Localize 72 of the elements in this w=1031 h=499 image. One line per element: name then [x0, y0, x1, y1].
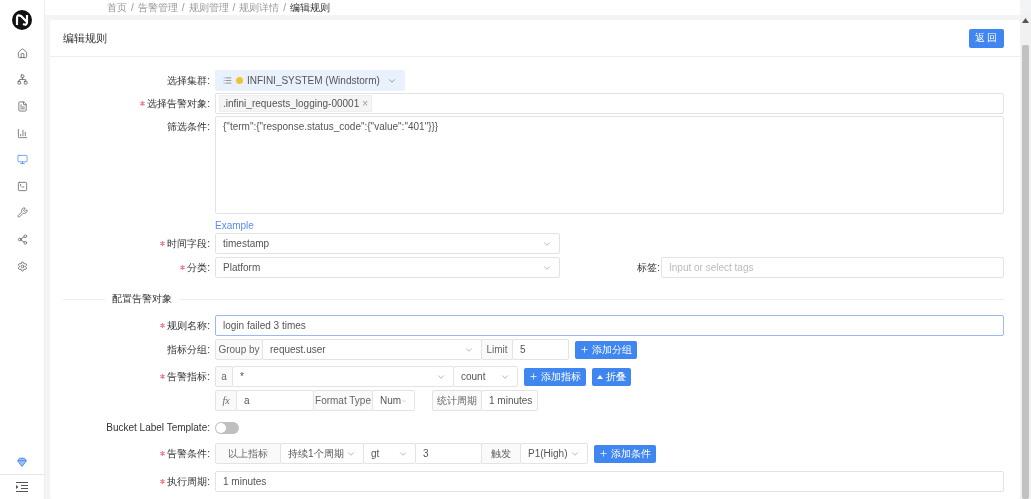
gem-icon[interactable] — [17, 457, 27, 467]
addon-label: 触发 — [481, 443, 521, 464]
field-label: 指标分组: — [167, 342, 210, 357]
select-field[interactable]: * — [232, 366, 454, 387]
field-label: 执行周期: — [167, 474, 210, 489]
field-label: 筛选条件: — [167, 119, 210, 134]
list-icon — [223, 76, 232, 85]
field-label: 选择集群: — [167, 73, 210, 88]
select-field[interactable]: Platform — [215, 257, 560, 278]
field-label: 标签: — [636, 260, 661, 275]
addon-label: 以上指标 — [215, 443, 281, 464]
addon-label: 统计周期 — [432, 390, 482, 411]
select-field[interactable]: timestamp — [215, 233, 560, 254]
logo-icon — [12, 10, 32, 30]
indent-icon[interactable] — [16, 482, 28, 492]
caret-up-icon — [597, 374, 603, 379]
page-title: 编辑规则 — [63, 30, 107, 46]
select-field[interactable]: Num — [372, 390, 415, 411]
sitemap-icon[interactable] — [16, 74, 28, 86]
back-button[interactable]: 返回 — [969, 28, 1004, 48]
addon-label: fx — [215, 390, 237, 411]
target-field[interactable]: .infini_requests_logging-00001 × — [215, 93, 1004, 114]
add-button[interactable]: 添加条件 — [594, 444, 656, 463]
breadcrumb-separator: / — [232, 2, 236, 13]
plus-icon — [599, 449, 608, 458]
document-icon[interactable] — [16, 101, 28, 112]
plus-icon — [529, 372, 538, 381]
field-label: 告警条件: — [167, 446, 210, 461]
addon-label: Group by — [215, 339, 263, 360]
breadcrumb-item: 编辑规则 — [290, 0, 331, 15]
add-button[interactable]: 添加指标 — [524, 367, 586, 386]
breadcrumb-separator: / — [131, 2, 134, 13]
add-button[interactable]: 添加分组 — [575, 340, 637, 359]
cluster-select[interactable]: INFINI_SYSTEM (Windstorm) — [215, 70, 405, 91]
section-title: 配置告警对象 — [111, 292, 173, 306]
input-field[interactable]: a — [236, 390, 314, 411]
select-field[interactable]: request.user — [262, 339, 482, 360]
select-field[interactable]: 1 minutes — [481, 390, 538, 411]
select-field[interactable]: P1(High) — [520, 443, 588, 464]
scroll-up-icon[interactable] — [1022, 18, 1029, 23]
select-field[interactable]: 持续1个周期 — [280, 443, 364, 464]
input-field[interactable]: 1 minutes — [215, 471, 1004, 492]
field-label: 时间字段: — [167, 236, 210, 251]
addon-label: Limit — [481, 339, 513, 360]
status-dot-icon — [236, 77, 243, 84]
input-field[interactable]: 5 — [512, 339, 569, 360]
field-label: 告警指标: — [167, 369, 210, 384]
collapse-button[interactable]: 折叠 — [592, 367, 631, 386]
addon-label: Format Type — [313, 390, 373, 411]
field-label: 选择告警对象: — [147, 96, 210, 111]
monitor-icon[interactable] — [16, 154, 28, 166]
home-icon[interactable] — [16, 47, 28, 59]
input-field[interactable]: 3 — [415, 443, 482, 464]
settings-icon[interactable] — [16, 260, 28, 272]
field-label: 规则名称: — [167, 318, 210, 333]
field-label: Bucket Label Template: — [106, 422, 210, 433]
select-field[interactable]: count — [453, 366, 518, 387]
toggle-switch[interactable] — [215, 421, 239, 434]
field-label: 分类: — [187, 260, 210, 275]
breadcrumb-separator: / — [283, 2, 287, 13]
tag: .infini_requests_logging-00001 × — [219, 95, 373, 112]
chart-icon[interactable] — [16, 127, 28, 139]
scrollbar[interactable] — [1020, 15, 1031, 499]
plus-icon — [580, 345, 589, 354]
filter-textarea[interactable]: {"term":{"response.status_code":{"value":"401"}}} — [215, 116, 1004, 214]
terminal-icon[interactable] — [16, 180, 28, 192]
select-field[interactable]: gt — [363, 443, 416, 464]
input-field[interactable]: login failed 3 times — [215, 315, 1004, 336]
addon-label: a — [215, 366, 233, 387]
share-icon[interactable] — [16, 233, 28, 245]
wrench-icon[interactable] — [16, 207, 28, 219]
breadcrumb-separator: / — [181, 2, 185, 13]
